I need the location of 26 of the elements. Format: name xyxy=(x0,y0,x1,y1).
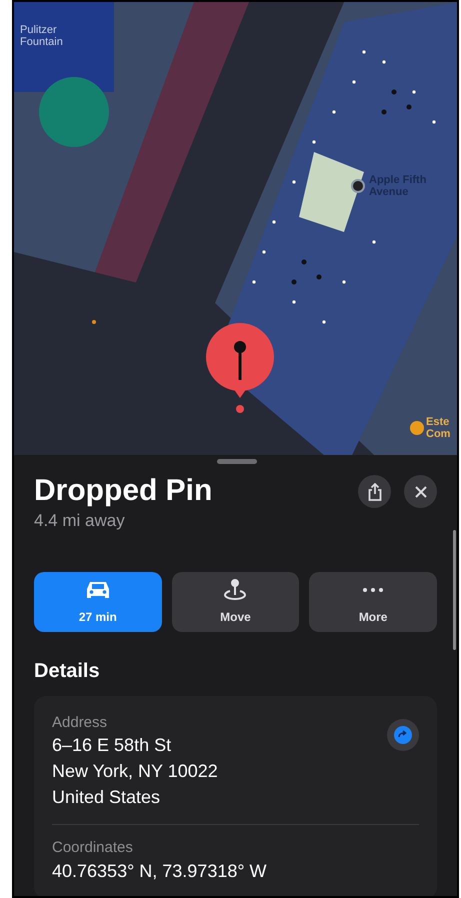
close-icon xyxy=(414,486,426,498)
coordinates-value: 40.76353° N, 73.97318° W xyxy=(52,860,268,883)
drag-handle[interactable] xyxy=(217,459,257,464)
more-icon xyxy=(363,588,384,592)
map-pin-icon[interactable] xyxy=(203,322,277,414)
share-icon xyxy=(368,482,382,500)
car-action-button[interactable]: 27 min xyxy=(34,572,162,632)
poi-marker-icon[interactable] xyxy=(410,421,424,435)
address-line: 6–16 E 58th St xyxy=(52,734,172,757)
address-line: New York, NY 10022 xyxy=(52,760,218,783)
place-title: Dropped Pin xyxy=(34,473,212,509)
pin-on-ground-icon xyxy=(223,578,248,600)
directions-icon xyxy=(394,726,412,744)
map-label[interactable]: Este Com xyxy=(426,416,450,440)
share-button[interactable] xyxy=(358,475,391,508)
close-button[interactable] xyxy=(404,475,437,508)
more-action-button[interactable]: More xyxy=(309,572,437,632)
distance-text: 4.4 mi away xyxy=(34,510,126,532)
section-heading: Details xyxy=(34,659,101,684)
directions-button[interactable] xyxy=(387,719,419,751)
map-label[interactable]: Pulitzer Fountain xyxy=(20,24,63,48)
address-line: United States xyxy=(52,786,162,809)
field-label: Address xyxy=(52,714,108,732)
move-action-button[interactable]: Move xyxy=(172,572,300,632)
field-label: Coordinates xyxy=(52,839,134,857)
car-icon xyxy=(84,580,111,600)
